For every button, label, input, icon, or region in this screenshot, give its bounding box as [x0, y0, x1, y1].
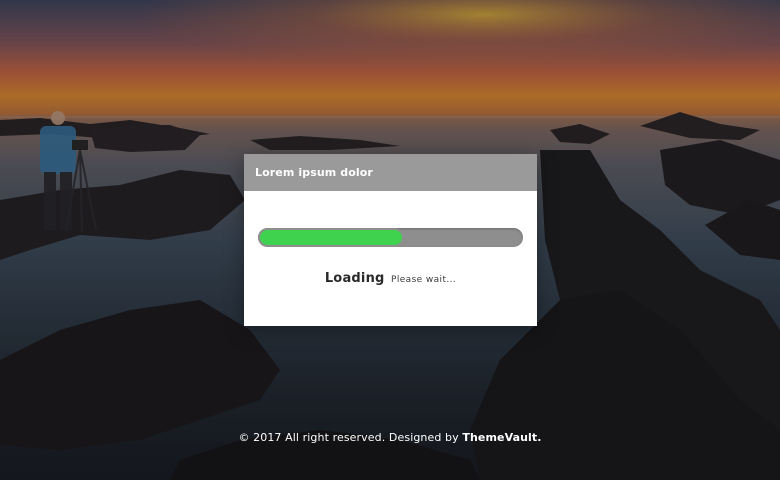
dialog-body: Loading Please wait... [244, 191, 537, 326]
progress-bar [258, 228, 523, 247]
dialog-title: Lorem ipsum dolor [255, 166, 373, 179]
brand-link[interactable]: ThemeVault. [462, 431, 541, 444]
copyright-text: © 2017 All right reserved. Designed by [238, 431, 459, 444]
loading-status: Loading Please wait... [244, 269, 537, 287]
loading-dialog: Lorem ipsum dolor Loading Please wait... [244, 154, 537, 326]
page-background: Lorem ipsum dolor Loading Please wait...… [0, 0, 780, 480]
dialog-header: Lorem ipsum dolor [244, 154, 537, 191]
progress-bar-fill [258, 228, 404, 247]
please-wait-label: Please wait... [391, 275, 457, 285]
loading-label: Loading [324, 271, 385, 286]
footer-copyright: © 2017 All right reserved. Designed by T… [0, 431, 780, 444]
